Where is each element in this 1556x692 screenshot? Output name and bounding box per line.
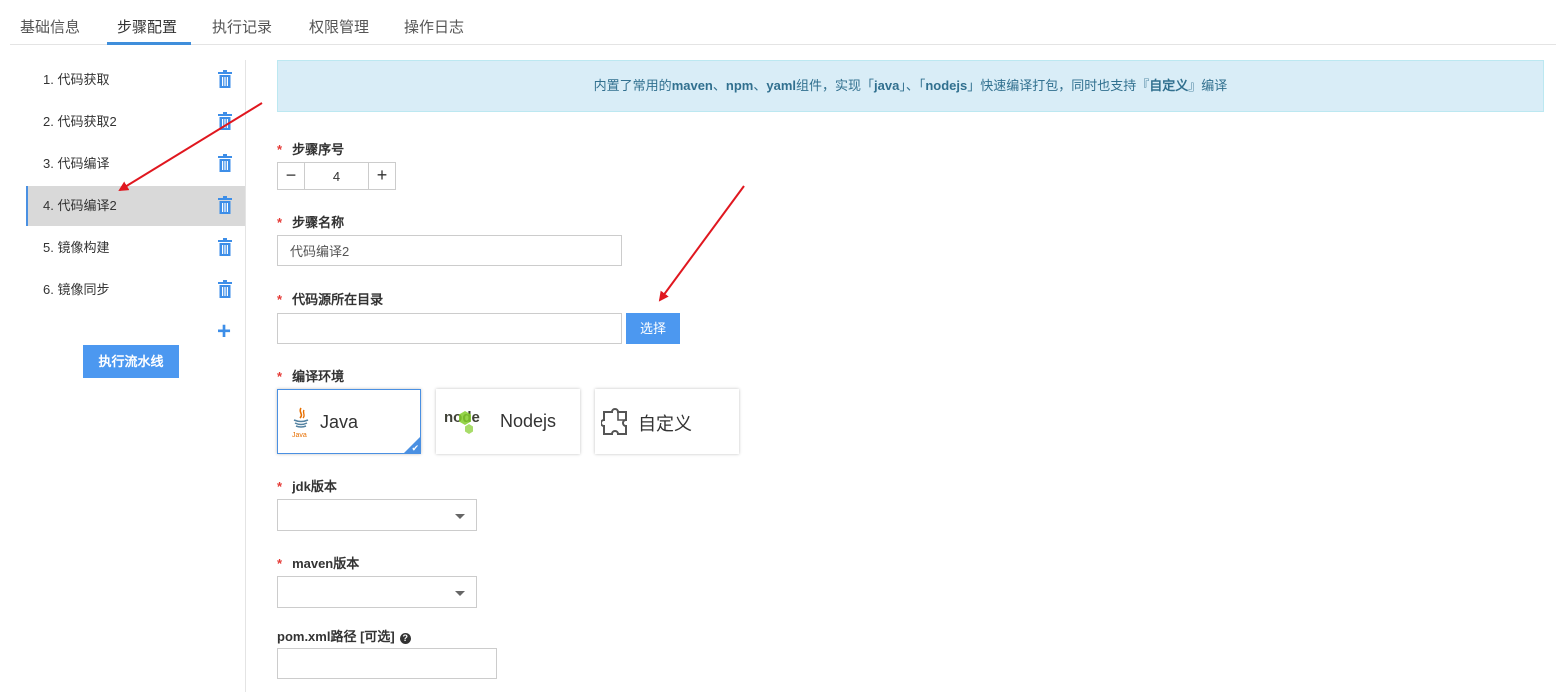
source-dir-label: * 代码源所在目录 bbox=[277, 289, 383, 308]
step-item-2[interactable]: 2. 代码获取2 bbox=[26, 102, 245, 142]
step-order-input[interactable] bbox=[305, 163, 368, 189]
notice-keyword: java bbox=[874, 78, 900, 93]
choose-dir-button[interactable]: 选择 bbox=[626, 313, 680, 344]
maven-version-label: * maven版本 bbox=[277, 553, 359, 572]
maven-version-select[interactable] bbox=[277, 576, 477, 608]
check-icon: ✔ bbox=[411, 443, 419, 453]
trash-icon[interactable] bbox=[218, 196, 232, 214]
step-item-label: 3. 代码编译 bbox=[43, 156, 110, 171]
build-env-label: * 编译环境 bbox=[277, 366, 344, 385]
java-logo-icon: Java bbox=[292, 407, 309, 439]
required-mark: * bbox=[277, 479, 283, 494]
puzzle-icon bbox=[601, 408, 627, 435]
label-text: maven版本 bbox=[292, 556, 360, 571]
env-option-java[interactable]: Java Java ✔ bbox=[277, 389, 421, 454]
trash-icon[interactable] bbox=[218, 70, 232, 88]
add-step-icon[interactable]: + bbox=[214, 320, 234, 344]
step-order-label: * 步骤序号 bbox=[277, 139, 344, 158]
step-sidebar: 1. 代码获取 2. 代码获取2 3. 代码编译 4. 代码编译2 5. 镜像构… bbox=[26, 60, 246, 692]
active-tab-indicator bbox=[107, 42, 191, 45]
tab-basic-info[interactable]: 基础信息 bbox=[16, 0, 84, 45]
trash-icon[interactable] bbox=[218, 154, 232, 172]
notice-text: 』编译 bbox=[1188, 78, 1228, 93]
step-order-stepper: − + bbox=[277, 162, 396, 190]
env-option-label: 自定义 bbox=[638, 414, 692, 434]
required-mark: * bbox=[277, 556, 283, 571]
notice-keyword: maven bbox=[671, 78, 713, 93]
step-item-label: 5. 镜像构建 bbox=[43, 240, 110, 255]
notice-keyword: npm bbox=[725, 78, 754, 93]
increment-button[interactable]: + bbox=[368, 163, 395, 189]
label-text: 代码源所在目录 bbox=[292, 292, 384, 307]
notice-keyword: yaml bbox=[766, 78, 797, 93]
step-name-label: * 步骤名称 bbox=[277, 212, 344, 231]
tab-operation-log[interactable]: 操作日志 bbox=[400, 0, 468, 45]
tab-execution-records[interactable]: 执行记录 bbox=[208, 0, 276, 45]
notice-text: 」快速编译打包，同时也支持『 bbox=[967, 78, 1150, 93]
required-mark: * bbox=[277, 369, 283, 384]
trash-icon[interactable] bbox=[218, 112, 232, 130]
run-pipeline-button[interactable]: 执行流水线 bbox=[83, 345, 179, 378]
trash-icon[interactable] bbox=[218, 280, 232, 298]
tab-step-config[interactable]: 步骤配置 bbox=[113, 0, 181, 45]
arrow-to-choose-button bbox=[658, 185, 745, 302]
env-option-custom[interactable]: 自定义 bbox=[595, 389, 739, 454]
step-name-input[interactable] bbox=[277, 235, 622, 266]
step-item-label: 2. 代码获取2 bbox=[43, 114, 117, 129]
env-option-label: Java bbox=[320, 412, 359, 432]
label-text: pom.xml路径 [可选] bbox=[277, 629, 395, 644]
source-dir-input[interactable] bbox=[277, 313, 622, 344]
help-icon[interactable]: ? bbox=[399, 633, 411, 644]
notice-text: 内置了常用的 bbox=[593, 78, 672, 93]
notice-text: 组件，实现「 bbox=[796, 78, 875, 93]
step-item-5[interactable]: 5. 镜像构建 bbox=[26, 228, 245, 268]
step-item-3[interactable]: 3. 代码编译 bbox=[26, 144, 245, 184]
step-item-label: 4. 代码编译2 bbox=[43, 198, 117, 213]
step-item-1[interactable]: 1. 代码获取 bbox=[26, 60, 245, 100]
tab-bar: 基础信息 步骤配置 执行记录 权限管理 操作日志 bbox=[10, 0, 1556, 45]
env-option-nodejs[interactable]: node Nodejs bbox=[436, 389, 580, 454]
info-notice: 内置了常用的maven、npm、yaml组件，实现「java」、「nodejs」… bbox=[277, 60, 1544, 112]
notice-text: 、 bbox=[753, 78, 767, 93]
pom-path-label: pom.xml路径 [可选]? bbox=[277, 626, 411, 645]
env-option-label: Nodejs bbox=[500, 411, 557, 431]
required-mark: * bbox=[277, 215, 283, 230]
nodejs-logo-icon: node bbox=[444, 409, 480, 434]
label-text: 编译环境 bbox=[292, 369, 345, 384]
tab-permission-management[interactable]: 权限管理 bbox=[305, 0, 373, 45]
step-item-label: 1. 代码获取 bbox=[43, 72, 110, 87]
step-item-4[interactable]: 4. 代码编译2 bbox=[26, 186, 245, 226]
step-item-6[interactable]: 6. 镜像同步 bbox=[26, 270, 245, 310]
notice-text: 、 bbox=[712, 78, 726, 93]
pom-path-input[interactable] bbox=[277, 648, 497, 679]
required-mark: * bbox=[277, 142, 283, 157]
notice-text: 」、「 bbox=[899, 78, 926, 93]
notice-keyword: 自定义 bbox=[1149, 78, 1189, 93]
jdk-version-label: * jdk版本 bbox=[277, 476, 337, 495]
notice-keyword: nodejs bbox=[925, 78, 968, 93]
caret-down-icon bbox=[455, 514, 465, 519]
label-text: 步骤序号 bbox=[292, 142, 345, 157]
label-text: jdk版本 bbox=[292, 479, 337, 494]
jdk-version-select[interactable] bbox=[277, 499, 477, 531]
decrement-button[interactable]: − bbox=[278, 163, 305, 189]
label-text: 步骤名称 bbox=[292, 215, 345, 230]
trash-icon[interactable] bbox=[218, 238, 232, 256]
required-mark: * bbox=[277, 292, 283, 307]
caret-down-icon bbox=[455, 591, 465, 596]
step-item-label: 6. 镜像同步 bbox=[43, 282, 110, 297]
java-logo-text: Java bbox=[292, 432, 307, 439]
